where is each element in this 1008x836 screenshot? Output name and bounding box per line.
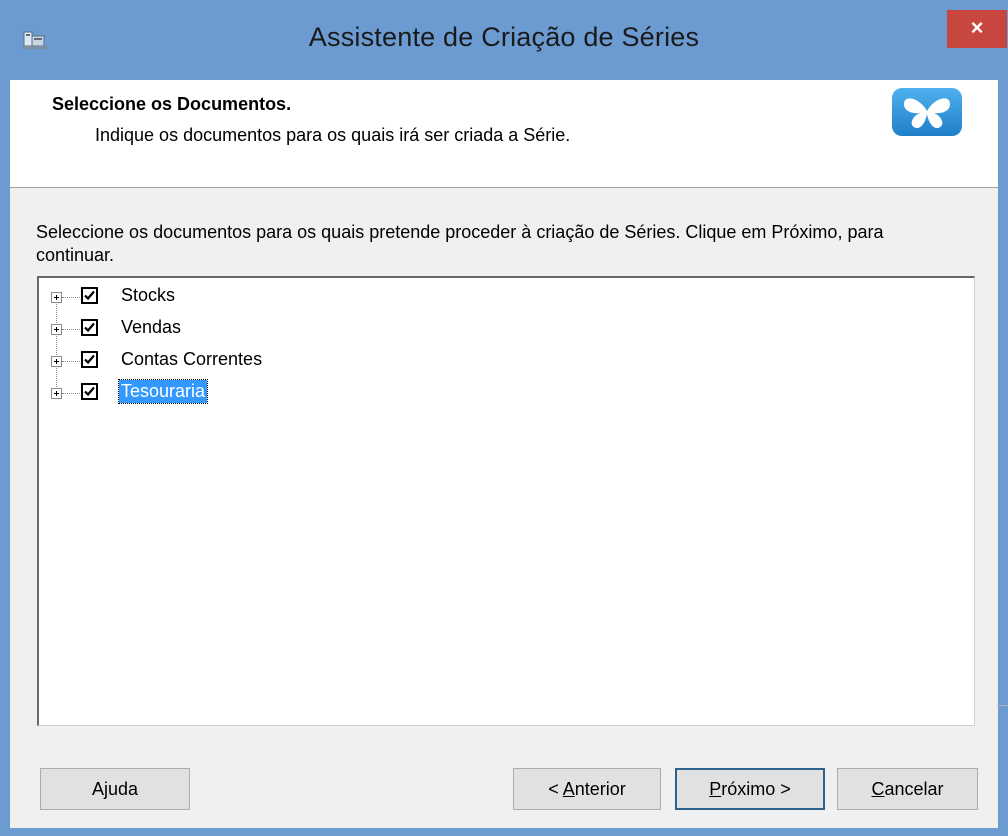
next-rest: róximo >	[721, 779, 791, 799]
cancel-button[interactable]: Cancelar	[837, 768, 978, 810]
stocks-checkbox[interactable]	[81, 287, 98, 304]
tree-item-contas-correntes[interactable]: Contas Correntes	[39, 345, 639, 375]
page-subtitle: Indique os documentos para os quais irá …	[95, 125, 571, 145]
tree-item-stocks[interactable]: Stocks	[39, 281, 639, 311]
tree-connector	[62, 393, 80, 394]
tree-item-label[interactable]: Vendas	[119, 316, 183, 339]
wizard-header: Seleccione os Documentos. Indique os doc…	[10, 80, 998, 188]
wizard-client-area: Seleccione os Documentos. Indique os doc…	[10, 80, 1008, 828]
tree-item-label[interactable]: Stocks	[119, 284, 177, 307]
previous-prefix: <	[548, 779, 563, 799]
tree-connector	[62, 297, 80, 298]
page-title: Seleccione os Documentos.	[52, 94, 292, 114]
tree-item-vendas[interactable]: Vendas	[39, 313, 639, 343]
cancel-mnemonic: C	[871, 779, 885, 799]
tree-item-label-selected[interactable]: Tesouraria	[117, 379, 209, 404]
tesouraria-checkbox[interactable]	[81, 383, 98, 400]
title-bar[interactable]: Assistente de Criação de Séries ×	[0, 0, 1008, 80]
tree-item-tesouraria[interactable]: Tesouraria	[39, 377, 639, 407]
contas-correntes-checkbox[interactable]	[81, 351, 98, 368]
vendas-checkbox[interactable]	[81, 319, 98, 336]
help-button-label: Ajuda	[91, 779, 139, 799]
previous-mnemonic: A	[562, 779, 575, 799]
next-button[interactable]: Próximo >	[675, 768, 825, 810]
window-title: Assistente de Criação de Séries	[308, 22, 700, 52]
tree-item-label[interactable]: Contas Correntes	[119, 348, 264, 371]
help-button[interactable]: Ajuda	[40, 768, 190, 810]
expand-icon[interactable]	[51, 388, 62, 399]
next-mnemonic: P	[709, 779, 722, 799]
cancel-rest: ancelar	[884, 779, 944, 799]
tree-connector	[62, 329, 80, 330]
close-button[interactable]: ×	[947, 10, 1007, 48]
expand-icon[interactable]	[51, 324, 62, 335]
tree-connector	[62, 361, 80, 362]
documents-tree[interactable]: Stocks Vendas Contas Correntes Tesourari…	[37, 276, 975, 726]
instructions-text: Seleccione os documentos para os quais p…	[36, 222, 884, 265]
previous-button[interactable]: < Anterior	[513, 768, 661, 810]
divider	[997, 705, 1008, 706]
expand-icon[interactable]	[51, 356, 62, 367]
previous-rest: nterior	[574, 779, 626, 799]
butterfly-logo-icon	[890, 86, 964, 138]
expand-icon[interactable]	[51, 292, 62, 303]
wizard-window: Assistente de Criação de Séries × Selecc…	[0, 0, 1008, 836]
